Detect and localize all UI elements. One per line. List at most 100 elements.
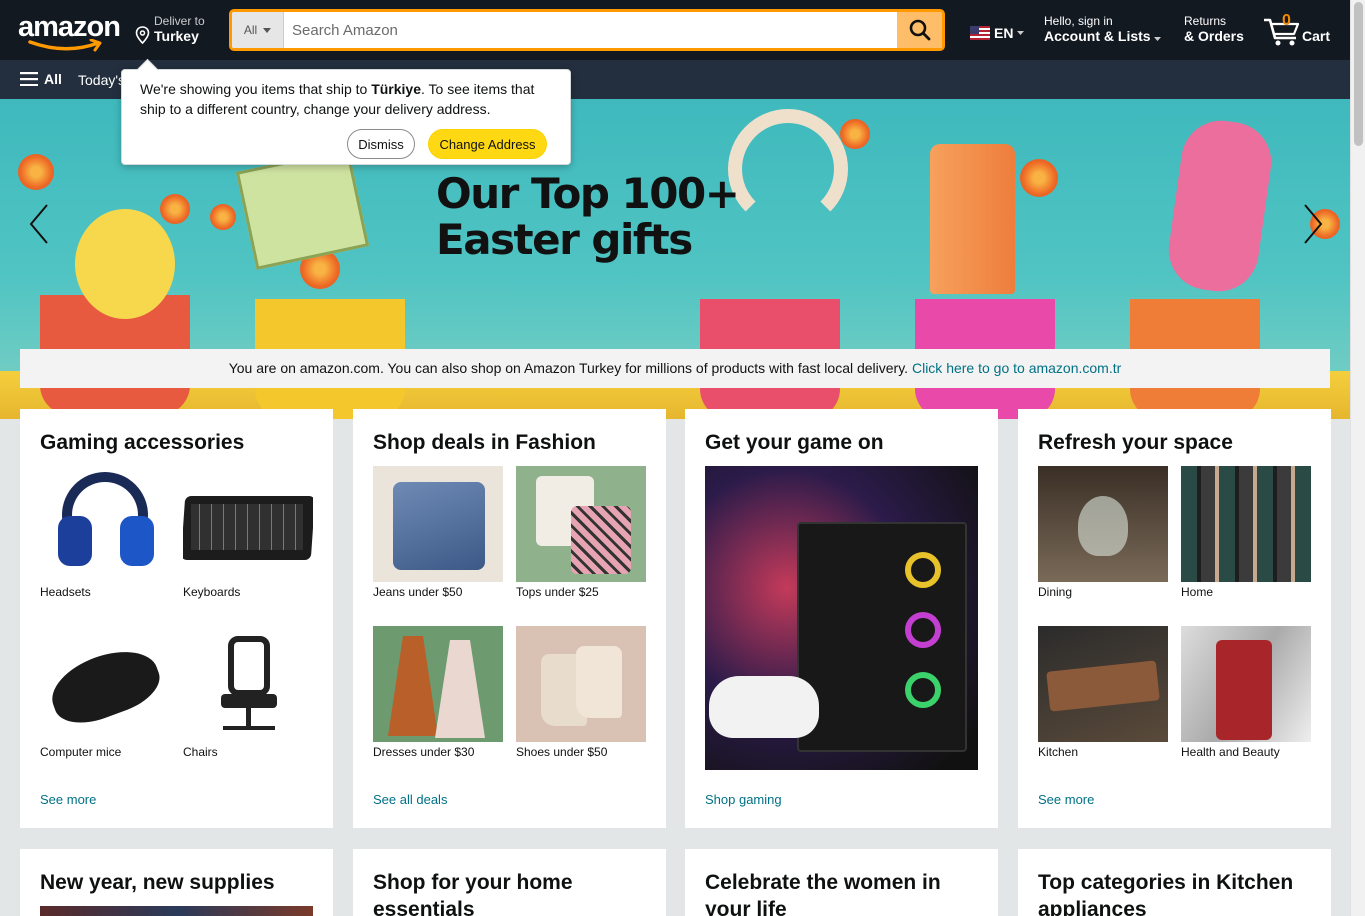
hero-title: Our Top 100+ Easter gifts xyxy=(436,171,740,264)
banner-text: You are on amazon.com. You can also shop… xyxy=(228,360,909,376)
language-selector[interactable]: EN xyxy=(970,25,1025,41)
cart-label: Cart xyxy=(1302,28,1331,44)
card-gaming-accessories: Gaming accessories Headsets Keyboards Co… xyxy=(20,409,333,828)
search-input[interactable] xyxy=(284,12,897,48)
headset-image xyxy=(40,466,170,582)
keyboard-image xyxy=(183,466,313,582)
headphones-image xyxy=(728,109,848,229)
tile-computer-mice[interactable]: Computer mice xyxy=(40,626,170,760)
card-title: Top categories in Kitchen appliances xyxy=(1038,871,1294,916)
card-refresh-space: Refresh your space Dining Home Kitchen H… xyxy=(1018,409,1331,828)
deliver-country: Turkey xyxy=(154,28,199,44)
returns-label: Returns xyxy=(1184,14,1227,28)
popover-text-pre: We're showing you items that ship to xyxy=(140,81,372,97)
tile-headsets[interactable]: Headsets xyxy=(40,466,170,600)
supplies-image[interactable] xyxy=(40,906,313,916)
beauty-image xyxy=(1181,626,1311,742)
water-bottle-image xyxy=(1163,115,1277,297)
cart-count: 0 xyxy=(1282,12,1291,29)
tile-caption: Kitchen xyxy=(1038,745,1079,759)
tile-caption: Headsets xyxy=(40,585,91,599)
orders-label: & Orders xyxy=(1184,28,1244,44)
book-image xyxy=(235,148,370,270)
see-more-link[interactable]: See more xyxy=(1038,792,1094,807)
caret-down-icon xyxy=(1017,31,1025,35)
card-fashion-deals: Shop deals in Fashion Jeans under $50 To… xyxy=(353,409,666,828)
tile-kitchen[interactable]: Kitchen xyxy=(1038,626,1168,760)
jeans-image xyxy=(373,466,503,582)
card-title: Refresh your space xyxy=(1038,431,1233,454)
tile-chairs[interactable]: Chairs xyxy=(183,626,313,760)
account-label: Account & Lists xyxy=(1044,28,1162,44)
scrollbar-thumb[interactable] xyxy=(1354,2,1363,146)
tile-caption: Shoes under $50 xyxy=(516,745,608,759)
plush-pineapple-image xyxy=(75,209,175,319)
account-greeting: Hello, sign in xyxy=(1044,14,1113,28)
amazon-tr-banner: You are on amazon.com. You can also shop… xyxy=(20,349,1330,388)
popover-country: Türkiye xyxy=(371,81,422,97)
returns-orders[interactable]: Returns & Orders xyxy=(1184,14,1244,44)
tile-caption: Chairs xyxy=(183,745,218,759)
dresses-image xyxy=(373,626,503,742)
carousel-prev-icon[interactable] xyxy=(28,203,50,245)
tile-jeans[interactable]: Jeans under $50 xyxy=(373,466,503,600)
tile-caption: Dining xyxy=(1038,585,1073,599)
dining-image xyxy=(1038,466,1168,582)
caret-down-icon xyxy=(263,27,272,33)
card-title: New year, new supplies xyxy=(40,871,275,894)
caret-down-icon xyxy=(1154,37,1162,41)
tile-home[interactable]: Home xyxy=(1181,466,1311,600)
deliver-to[interactable]: Deliver to Turkey xyxy=(135,14,205,46)
see-all-deals-link[interactable]: See all deals xyxy=(373,792,447,807)
amazon-logo[interactable]: amazon xyxy=(18,11,121,52)
tile-caption: Computer mice xyxy=(40,745,122,759)
cart-button[interactable]: 0 Cart xyxy=(1262,12,1342,48)
tile-caption: Keyboards xyxy=(183,585,241,599)
deliver-label: Deliver to xyxy=(154,14,205,28)
card-new-year-supplies: New year, new supplies xyxy=(20,849,333,916)
carousel-next-icon[interactable] xyxy=(1302,203,1324,245)
card-title: Celebrate the women in your life xyxy=(705,871,941,916)
search-category-select[interactable]: All xyxy=(232,12,284,48)
logo-text: amazon xyxy=(18,11,121,43)
dismiss-button[interactable]: Dismiss xyxy=(347,129,415,159)
card-title: Shop for your home essentials xyxy=(373,871,573,916)
amazon-tr-link[interactable]: Click here to go to amazon.com.tr xyxy=(912,360,1121,376)
tile-shoes[interactable]: Shoes under $50 xyxy=(516,626,646,760)
hero-title-line2: Easter gifts xyxy=(436,215,693,264)
search-category-label: All xyxy=(243,23,258,37)
search-button[interactable] xyxy=(897,12,942,48)
flower-image xyxy=(18,154,54,190)
tile-tops[interactable]: Tops under $25 xyxy=(516,466,646,600)
shop-gaming-link[interactable]: Shop gaming xyxy=(705,792,782,807)
tops-image xyxy=(516,466,646,582)
tile-health-beauty[interactable]: Health and Beauty xyxy=(1181,626,1311,760)
hamburger-icon xyxy=(20,72,38,86)
search-bar: All xyxy=(229,9,945,51)
card-kitchen-appliances: Top categories in Kitchen appliances xyxy=(1018,849,1331,916)
tile-caption: Home xyxy=(1181,585,1214,599)
page-scrollbar[interactable] xyxy=(1350,0,1365,916)
flower-image xyxy=(160,194,190,224)
change-address-button[interactable]: Change Address xyxy=(428,129,547,159)
see-more-link[interactable]: See more xyxy=(40,792,96,807)
flower-image xyxy=(1020,159,1058,197)
location-pin-icon xyxy=(135,26,150,44)
tile-caption: Health and Beauty xyxy=(1181,745,1280,759)
all-menu-button[interactable]: All xyxy=(20,71,62,87)
account-label-text: Account & Lists xyxy=(1044,28,1151,44)
top-nav: amazon Deliver to Turkey All EN xyxy=(0,0,1350,60)
tile-caption: Tops under $25 xyxy=(516,585,599,599)
us-flag-icon xyxy=(970,26,990,40)
language-label: EN xyxy=(994,25,1014,41)
account-lists[interactable]: Hello, sign in Account & Lists xyxy=(1044,14,1162,44)
all-menu-label: All xyxy=(44,71,62,87)
todays-deals-link[interactable]: Today's xyxy=(78,72,125,88)
card-title: Shop deals in Fashion xyxy=(373,431,596,454)
tile-keyboards[interactable]: Keyboards xyxy=(183,466,313,600)
tile-dresses[interactable]: Dresses under $30 xyxy=(373,626,503,760)
shoes-image xyxy=(516,626,646,742)
gaming-pc-image[interactable] xyxy=(705,466,978,770)
card-gaming: Get your game on Shop gaming xyxy=(685,409,998,828)
tile-dining[interactable]: Dining xyxy=(1038,466,1168,600)
